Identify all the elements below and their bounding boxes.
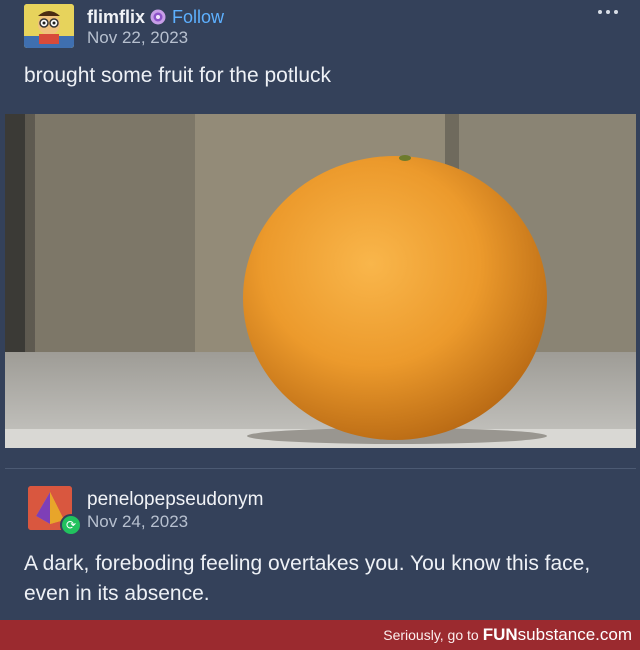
reblog-icon: ⟳ <box>60 514 82 536</box>
more-dots-icon[interactable] <box>598 10 618 14</box>
username[interactable]: flimflix <box>87 7 145 28</box>
purple-badge-icon <box>150 9 166 25</box>
post-caption: brought some fruit for the potluck <box>24 64 331 87</box>
footer-text: Seriously, go to <box>383 627 479 643</box>
footer-banner[interactable]: Seriously, go to FUN substance.com <box>0 620 640 650</box>
funsubstance-logo[interactable]: FUN substance.com <box>483 625 632 645</box>
reblog-caption: A dark, foreboding feeling overtakes you… <box>24 552 591 605</box>
divider <box>5 468 636 469</box>
logo-bold: FUN <box>482 625 518 644</box>
post-date: Nov 22, 2023 <box>87 28 189 47</box>
follow-button[interactable]: Follow <box>172 7 224 28</box>
post-image <box>5 114 636 448</box>
username[interactable]: penelopepseudonym <box>87 489 263 511</box>
post-date: Nov 24, 2023 <box>87 512 189 531</box>
logo-rest: substance.com <box>517 625 632 644</box>
avatar[interactable] <box>24 4 74 48</box>
post-header: flimflix Follow Nov 22, 2023 <box>24 4 624 52</box>
reblog-header: ⟳ penelopepseudonym Nov 24, 2023 <box>24 482 624 536</box>
